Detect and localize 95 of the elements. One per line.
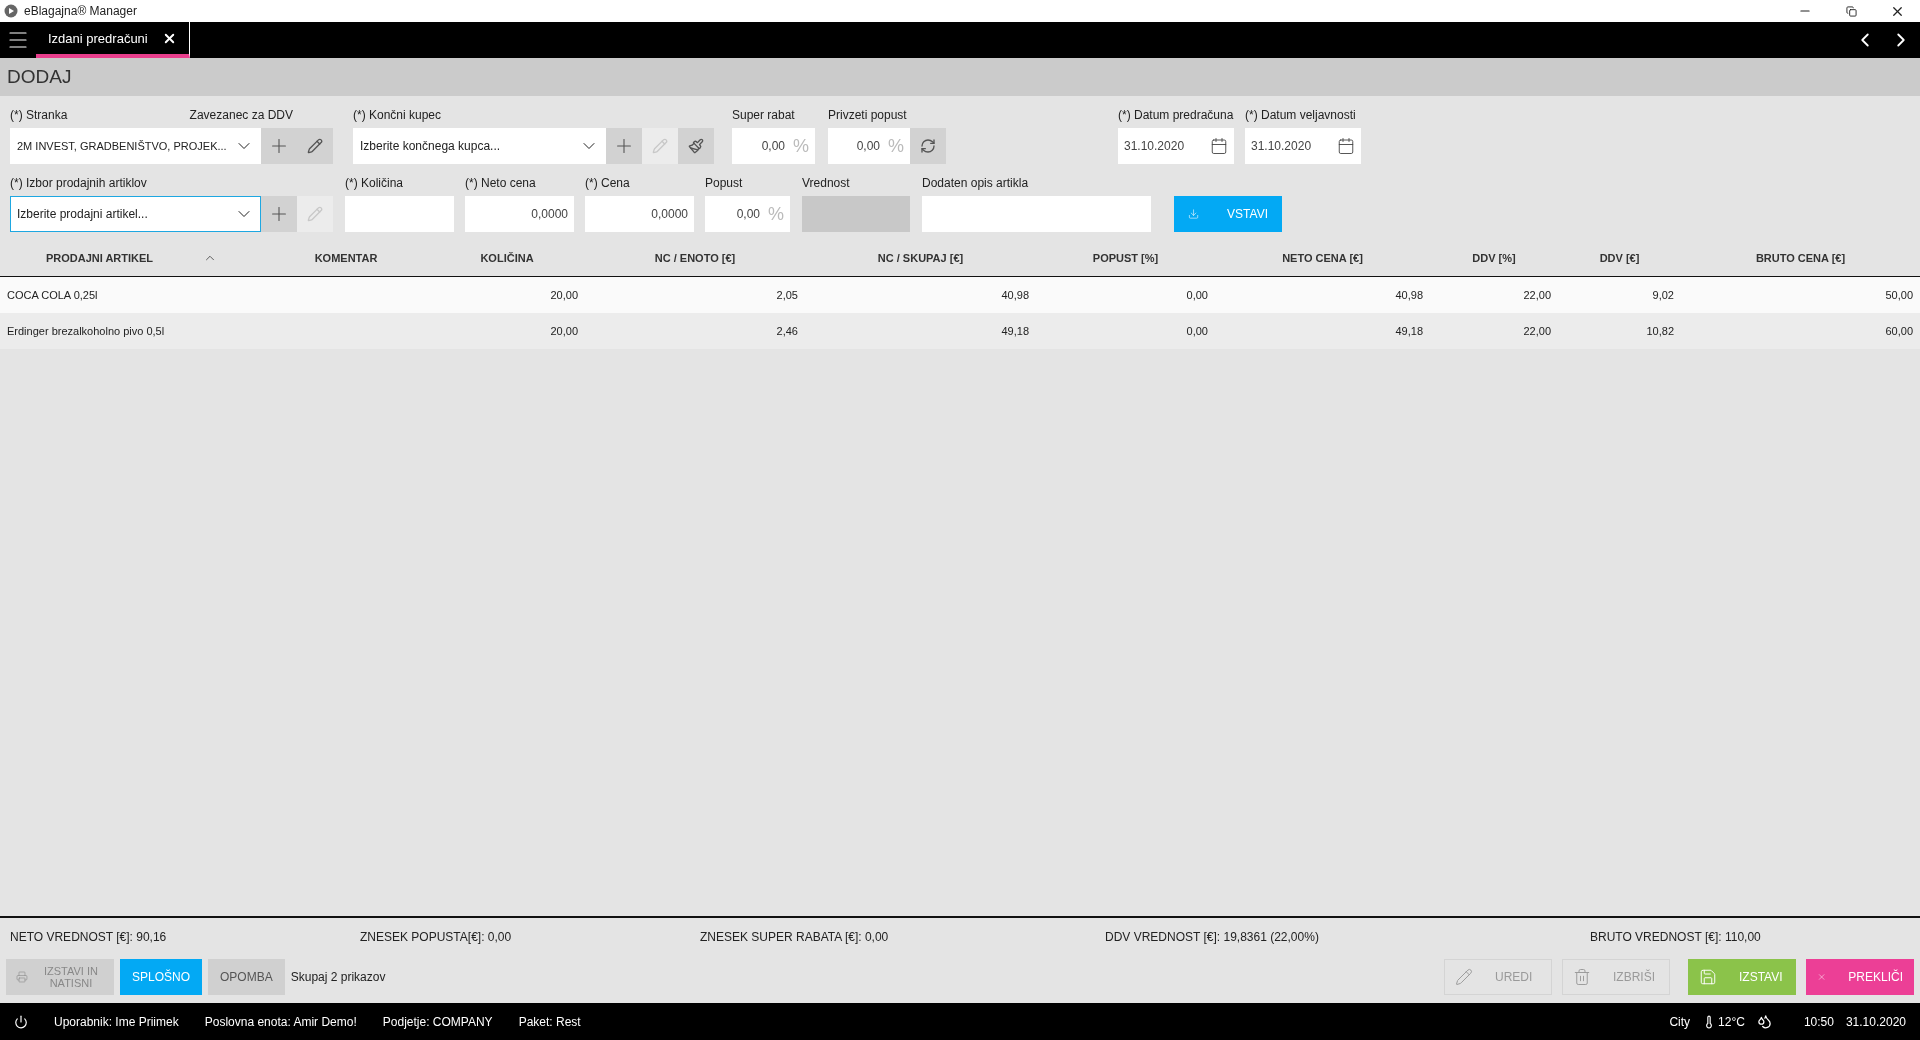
table-cell: 9,02	[1652, 289, 1674, 301]
table-cell: Erdinger brezalkoholno pivo 0,5l	[7, 325, 165, 337]
status-text: Paket: Rest	[518, 1014, 581, 1029]
customer-dropdown[interactable]: 2M INVEST, GRADBENIŠTVO, PROJEK...	[10, 128, 261, 164]
summary-value: DDV VREDNOST [€]: 19,8361 (22,00%)	[1105, 930, 1320, 944]
net-price-field[interactable]: 0,0000	[465, 196, 574, 232]
clear-button[interactable]	[678, 128, 714, 164]
date-field[interactable]: 31.10.2020	[1118, 128, 1234, 164]
record-count: Skupaj 2 prikazov	[290, 970, 386, 984]
cancel-button[interactable]: PREKLIČI	[1806, 959, 1914, 995]
quantity-field[interactable]	[345, 196, 454, 232]
table-row[interactable]: COCA COLA 0,25l 20,00 2,05 40,98 0,00 40,98 22,00 9,02 50,00	[0, 277, 1920, 313]
table-cell: COCA COLA 0,25l	[7, 289, 98, 301]
table-cell: 20,00	[550, 325, 578, 337]
field-label: (*) Količina	[345, 176, 405, 190]
table-cell: 10,82	[1646, 325, 1674, 337]
field-label: Popust	[705, 176, 744, 190]
field-label: (*) Datum predračuna	[1118, 108, 1234, 122]
table-cell: 0,00	[1186, 289, 1208, 301]
column-header[interactable]: POPUST [%]	[1036, 240, 1215, 276]
city-label: City	[1669, 1014, 1691, 1029]
trash-icon	[1573, 968, 1591, 986]
table-cell: 0,00	[1186, 325, 1208, 337]
summary-value: NETO VREDNOST [€]: 90,16	[10, 930, 168, 944]
column-header[interactable]: NC / ENOTO [€]	[585, 240, 805, 276]
table-cell: 49,18	[1395, 325, 1423, 337]
add-button[interactable]	[606, 128, 642, 164]
end-customer-dropdown[interactable]: Izberite končnega kupca...	[353, 128, 606, 164]
field-label: (*) Izbor prodajnih artiklov	[10, 176, 148, 190]
table-cell: 49,18	[1001, 325, 1029, 337]
column-header[interactable]: KOLIČINA	[429, 240, 585, 276]
summary-value: BRUTO VREDNOST [€]: 110,00	[1590, 930, 1762, 944]
table-cell: 60,00	[1885, 325, 1913, 337]
field-label: (*) Končni kupec	[353, 108, 443, 122]
discount-field[interactable]: 0,00 %	[828, 128, 910, 164]
date-text: 31.10.2020	[1845, 1014, 1906, 1029]
field-label: Privzeti popust	[828, 108, 908, 122]
table-cell: 20,00	[550, 289, 578, 301]
refresh-icon	[920, 138, 936, 154]
pencil-icon	[652, 138, 668, 154]
calendar-icon	[1210, 137, 1228, 155]
field-label: Dodaten opis artikla	[922, 176, 1030, 190]
table-cell: 22,00	[1523, 325, 1551, 337]
summary-value: ZNESEK POPUSTA[€]: 0,00	[360, 930, 513, 944]
refresh-button[interactable]	[910, 128, 946, 164]
column-header[interactable]: BRUTO CENA [€]	[1681, 240, 1920, 276]
printer-icon	[16, 968, 28, 986]
status-text: Uporabnik: Ime Priimek	[54, 1014, 179, 1029]
column-header[interactable]: NETO CENA [€]	[1215, 240, 1430, 276]
description-field[interactable]	[922, 196, 1151, 232]
price-field[interactable]: 0,0000	[585, 196, 694, 232]
brush-icon	[688, 138, 704, 154]
column-header[interactable]: PRODAJNI ARTIKEL	[0, 240, 263, 276]
status-text: Poslovna enota: Amir Demo!	[204, 1014, 357, 1029]
table-cell: 50,00	[1885, 289, 1913, 301]
table-cell: 2,05	[776, 289, 798, 301]
edit-button[interactable]	[297, 128, 333, 164]
temperature: 12°C	[1718, 1014, 1745, 1029]
pencil-icon	[307, 138, 323, 154]
status-text: Podjetje: COMPANY	[382, 1014, 493, 1029]
table-cell: 22,00	[1523, 289, 1551, 301]
summary-value: ZNESEK SUPER RABATA [€]: 0,00	[700, 930, 890, 944]
column-header[interactable]: NC / SKUPAJ [€]	[805, 240, 1036, 276]
power-button[interactable]	[14, 1014, 28, 1029]
field-label: (*) Neto cena	[465, 176, 537, 190]
field-label: (*) Stranka	[10, 108, 68, 122]
field-label: Zavezanec za DDV	[189, 108, 293, 122]
app-logo-icon	[4, 4, 18, 18]
clock-time: 10:50	[1803, 1014, 1834, 1029]
article-dropdown[interactable]: Izberite prodajni artikel...	[10, 196, 261, 232]
add-button[interactable]	[261, 196, 297, 232]
discount-field[interactable]: 0,00 %	[732, 128, 815, 164]
window-title: eBlagajna® Manager	[24, 4, 137, 18]
tab[interactable]: OPOMBA	[208, 959, 285, 995]
column-header[interactable]: DDV [%]	[1430, 240, 1558, 276]
restore-icon	[1845, 5, 1857, 17]
calendar-icon	[1337, 137, 1355, 155]
table-row[interactable]: Erdinger brezalkoholno pivo 0,5l 20,00 2,46 49,18 0,00 49,18 22,00 10,82 60,00	[0, 313, 1920, 349]
table-cell: 40,98	[1395, 289, 1423, 301]
discount-field[interactable]: 0,00 %	[705, 196, 790, 232]
field-label: (*) Datum veljavnosti	[1245, 108, 1357, 122]
column-header[interactable]: DDV [€]	[1558, 240, 1681, 276]
table-cell: 40,98	[1001, 289, 1029, 301]
field-label: (*) Cena	[585, 176, 631, 190]
page-heading: DODAJ	[0, 58, 1920, 96]
field-label: Vrednost	[802, 176, 851, 190]
date-field[interactable]: 31.10.2020	[1245, 128, 1361, 164]
column-header[interactable]: KOMENTAR	[263, 240, 429, 276]
pencil-icon	[1455, 968, 1473, 986]
field-label: Super rabat	[732, 108, 796, 122]
droplets-icon	[1756, 1014, 1772, 1029]
save-icon	[1699, 968, 1717, 986]
add-button[interactable]	[261, 128, 297, 164]
pencil-icon	[307, 206, 323, 222]
table-cell: 2,46	[776, 325, 798, 337]
